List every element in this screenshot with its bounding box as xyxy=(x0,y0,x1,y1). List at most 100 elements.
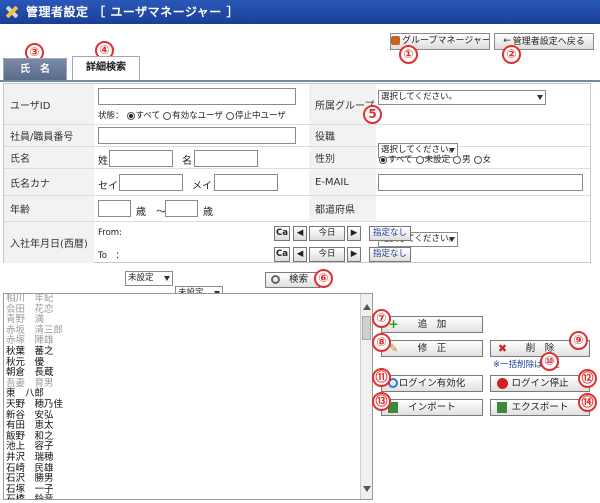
gender-radio-unset[interactable] xyxy=(415,155,424,164)
tab-name[interactable]: 氏 名 xyxy=(3,58,67,80)
scroll-up-icon[interactable] xyxy=(363,304,371,310)
mei-kana-label: メイ xyxy=(192,181,212,192)
annotation-badge: ⑥ xyxy=(314,269,333,288)
prefecture-cell xyxy=(376,196,590,222)
edit-button[interactable]: ✎ 修 正 xyxy=(381,340,483,357)
joined-date-label: 入社年月日(西暦) xyxy=(4,222,94,263)
email-input[interactable] xyxy=(378,174,583,191)
status-radio-stopped[interactable] xyxy=(225,111,234,120)
dropdown-arrow-icon xyxy=(164,276,170,281)
add-button[interactable]: + 追 加 xyxy=(381,316,483,333)
status-radio-group: 状態： すべて 有効なユーザ 停止中ユーザ xyxy=(98,111,286,121)
annotation-badge: ⑧ xyxy=(372,333,391,352)
gender-label: 性別 xyxy=(309,147,376,169)
tab-divider xyxy=(0,80,600,82)
annotation-badge: 5 xyxy=(363,105,382,124)
name-label: 氏名 xyxy=(4,147,94,169)
login-enable-button[interactable]: ログイン有効化 xyxy=(381,375,483,392)
email-label: E-MAIL xyxy=(309,169,376,196)
to-today-button[interactable]: 今日 xyxy=(309,247,345,262)
annotation-badge: ⑩ xyxy=(540,352,559,371)
gender-radio-male[interactable] xyxy=(453,155,462,164)
list-item[interactable]: 石沢 勝男 xyxy=(4,473,372,485)
age-from-input[interactable] xyxy=(98,200,131,217)
user-listbox[interactable]: 相川 年紀 会田 花恋 青野 満赤坂 清三郎 赤塚 陣雄 秋葉 蕃之 秋元 優朝倉 長蔵吾… xyxy=(3,293,373,500)
from-label: From: xyxy=(98,228,122,238)
annotation-badge: ⑦ xyxy=(372,309,391,328)
list-item[interactable]: 有田 恵太 xyxy=(4,421,372,432)
login-stop-button[interactable]: ログイン停止 xyxy=(490,375,590,392)
export-button[interactable]: エクスポート xyxy=(490,399,590,416)
age-label: 年齢 xyxy=(4,196,94,222)
gender-radio-all[interactable] xyxy=(379,155,387,164)
annotation-badge: ② xyxy=(502,45,521,64)
employee-number-input[interactable] xyxy=(98,127,296,144)
list-item[interactable]: 石崎 民雄 xyxy=(4,463,372,475)
list-item[interactable]: 相川 年紀 xyxy=(4,294,372,305)
list-item[interactable]: 新谷 安弘 xyxy=(4,410,372,422)
status-radio-active[interactable] xyxy=(163,111,172,120)
age-to-input[interactable] xyxy=(165,200,198,217)
list-item[interactable]: 井沢 瑞穂 xyxy=(4,452,372,464)
annotation-badge: ⑬ xyxy=(372,392,391,411)
import-button[interactable]: インポート xyxy=(381,399,483,416)
list-item[interactable]: 秋葉 蕃之 xyxy=(4,346,372,358)
from-clear-button[interactable]: 指定なし xyxy=(369,226,411,241)
to-clear-button[interactable]: 指定なし xyxy=(369,247,411,262)
to-calendar-button[interactable]: Ca xyxy=(274,247,290,262)
dropdown-arrow-icon xyxy=(537,95,543,100)
mei-label: 名 xyxy=(182,156,192,167)
prefecture-label: 都道府県 xyxy=(309,196,376,222)
kana-label: 氏名カナ xyxy=(4,169,94,196)
mei-input[interactable] xyxy=(194,150,258,167)
annotation-badge: ① xyxy=(399,45,418,64)
list-item[interactable]: 赤坂 清三郎 xyxy=(4,325,372,337)
group-select[interactable]: 選択してください。 xyxy=(378,90,546,105)
to-label: To ： xyxy=(98,251,124,261)
age-unit-to: 歳 xyxy=(203,207,213,218)
list-item[interactable]: 朝倉 長蔵 xyxy=(4,368,372,379)
page-title: 管理者設定 ［ ユーザマネージャー ］ xyxy=(26,5,239,19)
from-year-select[interactable]: 未設定 xyxy=(125,271,173,286)
list-item[interactable]: 石塚 一子 xyxy=(4,484,372,496)
search-icon xyxy=(271,275,280,284)
from-calendar-button[interactable]: Ca xyxy=(274,226,290,241)
mei-kana-input[interactable] xyxy=(214,174,278,191)
sei-kana-label: セイ xyxy=(98,181,118,192)
annotation-badge: ⑪ xyxy=(372,368,391,387)
list-item[interactable]: 天野 穂乃佳 xyxy=(4,399,372,411)
list-item[interactable]: 秋元 優 xyxy=(4,357,372,369)
search-button[interactable]: 検索 xyxy=(265,272,320,288)
gender-radio-female[interactable] xyxy=(473,155,482,164)
scroll-thumb[interactable] xyxy=(362,316,371,340)
sei-input[interactable] xyxy=(109,150,173,167)
from-prev-button[interactable]: ◀ xyxy=(293,226,307,241)
tab-advanced-search[interactable]: 詳細検索 xyxy=(72,56,140,80)
annotation-badge: ⑫ xyxy=(578,369,597,388)
sei-kana-input[interactable] xyxy=(119,174,183,191)
scroll-down-icon[interactable] xyxy=(363,486,371,492)
position-label: 役職 xyxy=(309,125,376,147)
userid-label: ユーザID xyxy=(4,84,94,125)
list-item[interactable]: 池上 容子 xyxy=(4,442,372,453)
list-item[interactable]: 吾妻 育男 xyxy=(4,378,372,390)
export-icon xyxy=(497,402,507,413)
from-today-button[interactable]: 今日 xyxy=(309,226,345,241)
sei-label: 姓 xyxy=(98,156,108,167)
list-item[interactable]: 赤塚 陣雄 xyxy=(4,336,372,347)
list-item[interactable]: 飯野 和之 xyxy=(4,431,372,443)
annotation-badge: ⑭ xyxy=(578,393,597,412)
status-radio-all[interactable] xyxy=(126,111,135,120)
delete-icon: ✖ xyxy=(497,342,508,355)
to-next-button[interactable]: ▶ xyxy=(347,247,361,262)
list-scrollbar[interactable] xyxy=(360,294,372,499)
tools-icon xyxy=(6,6,18,18)
employee-number-label: 社員/職員番号 xyxy=(4,125,94,147)
gender-radio-group: すべて 未設定男女 xyxy=(376,153,491,165)
to-prev-button[interactable]: ◀ xyxy=(293,247,307,262)
title-bar: 管理者設定 ［ ユーザマネージャー ］ xyxy=(0,0,600,24)
list-item[interactable]: 石橋 鈴音 xyxy=(4,495,372,499)
from-next-button[interactable]: ▶ xyxy=(347,226,361,241)
userid-input[interactable] xyxy=(98,88,296,105)
list-item[interactable]: 会田 花恋 xyxy=(4,304,372,316)
